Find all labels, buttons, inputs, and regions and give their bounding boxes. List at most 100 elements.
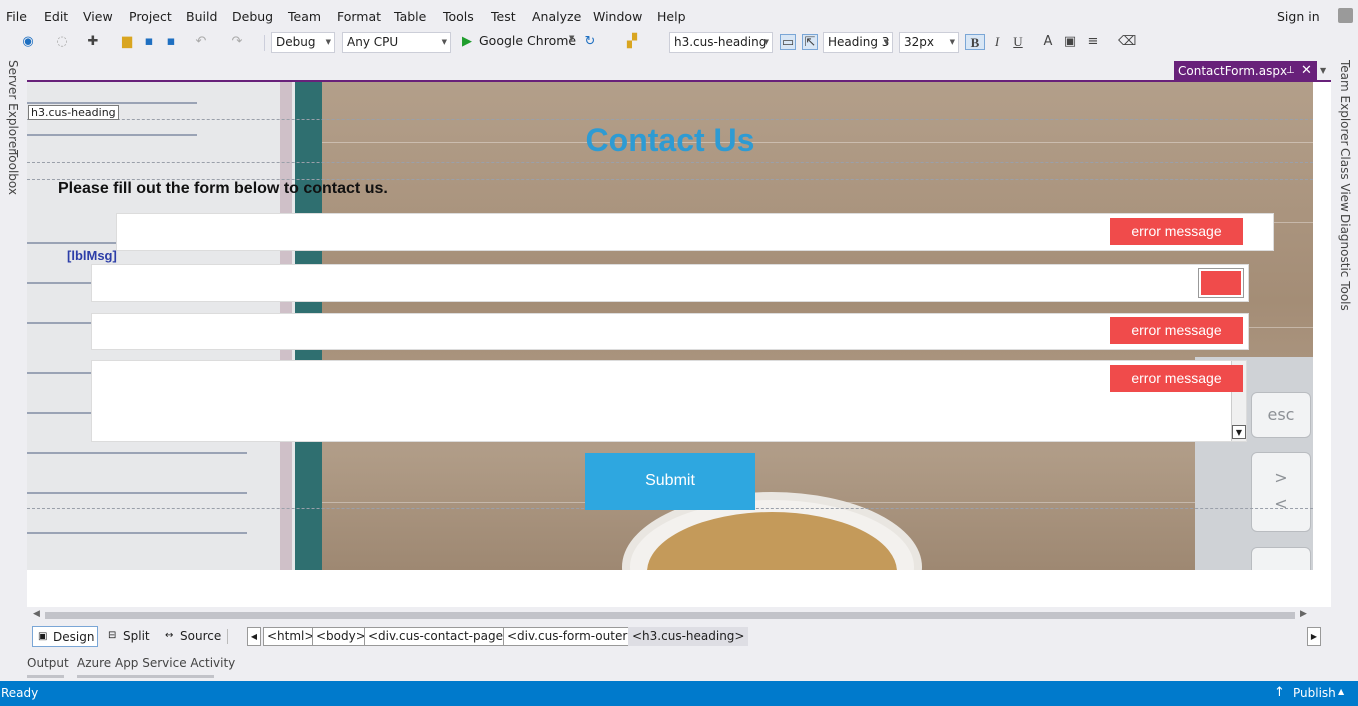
breadcrumb-item[interactable]: <html> [263,627,319,646]
menu-bar: File Edit View Project Build Debug Team … [0,0,1358,30]
block-format-value: Heading 3 [828,35,890,49]
font-color-icon[interactable]: A [1040,34,1056,50]
back-icon[interactable]: ◉ [20,34,36,50]
close-icon[interactable]: ✕ [1301,61,1312,81]
tab-indicator [27,675,64,678]
play-icon[interactable]: ▶ [459,34,475,50]
view-bar: ▣ Design ⊟ Split ↔ Source ◀ <html> <body> <… [27,625,1331,648]
forward-icon[interactable]: ◌ [54,34,70,50]
status-text: Ready [1,686,39,700]
italic-button[interactable]: I [989,34,1005,50]
undo-icon[interactable]: ↶ [193,34,209,50]
menu-format[interactable]: Format [337,9,381,24]
font-size-dropdown[interactable]: 32px ▼ [899,32,959,53]
intro-text: Please fill out the form below to contac… [58,180,388,197]
design-icon: ▣ [38,631,48,642]
align-left-icon[interactable]: ≡ [1085,34,1101,50]
new-project-icon[interactable]: ✚ [85,34,101,50]
show-blocks-icon[interactable]: ▭ [780,34,796,50]
save-icon[interactable]: ▪ [141,34,157,50]
menu-build[interactable]: Build [186,9,217,24]
separator [227,629,228,644]
menu-project[interactable]: Project [129,9,172,24]
highlight-icon[interactable]: ▣ [1062,34,1078,50]
block-format-dropdown[interactable]: Heading 3 ▼ [823,32,893,53]
split-view-tab[interactable]: ⊟ Split [103,626,153,647]
azure-activity-tab[interactable]: Azure App Service Activity [77,656,235,670]
platform-value: Any CPU [347,35,399,49]
source-view-label: Source [180,629,222,643]
menu-edit[interactable]: Edit [44,9,68,24]
breadcrumb-back-icon[interactable]: ◀ [247,627,261,646]
browser-link-icon[interactable]: ▞ [624,34,640,50]
output-tab[interactable]: Output [27,656,69,670]
email-field[interactable] [91,264,1249,302]
document-tab-label: ContactForm.aspx [1178,64,1288,78]
subject-field[interactable] [91,313,1249,350]
scroll-down-icon[interactable]: ▼ [1232,425,1246,439]
bottom-tool-tabs: Output Azure App Service Activity [27,656,427,678]
clear-format-icon[interactable]: ⌫ [1118,34,1136,50]
keyboard-key: esc [1251,392,1311,438]
diagnostic-tools-tab[interactable]: Diagnostic Tools [1338,214,1352,311]
menu-tools[interactable]: Tools [443,9,474,24]
error-message: error message [1110,365,1243,392]
scroll-thumb[interactable] [45,612,1295,619]
breadcrumb-item[interactable]: <body> [312,627,370,646]
menu-test[interactable]: Test [491,9,516,24]
document-tab[interactable]: ContactForm.aspx ⊥ ✕ [1174,61,1317,81]
page-title[interactable]: Contact Us [27,122,1313,159]
menu-debug[interactable]: Debug [232,9,273,24]
submit-button[interactable]: Submit [585,453,755,510]
split-view-label: Split [123,629,150,643]
menu-team[interactable]: Team [288,9,321,24]
menu-table[interactable]: Table [394,9,426,24]
open-folder-icon[interactable]: ▆ [119,34,135,50]
breadcrumb-item[interactable]: <div.cus-form-outer> [503,627,642,646]
menu-file[interactable]: File [6,9,27,24]
underline-button[interactable]: U [1010,34,1026,50]
run-target-button[interactable]: Google Chrome [479,33,576,48]
team-explorer-tab[interactable]: Team Explorer [1338,60,1352,146]
refresh-icon[interactable]: ↻ [582,34,598,50]
horizontal-scrollbar[interactable]: ◀ ▶ [27,607,1313,624]
name-field[interactable] [116,213,1274,251]
solution-config-dropdown[interactable]: Debug ▼ [271,32,335,53]
toolbox-tab[interactable]: Toolbox [6,150,20,195]
chevron-down-icon[interactable]: ▼ [569,34,574,42]
heading-boundary [27,119,1313,120]
save-all-icon[interactable]: ▪ [163,34,179,50]
pin-icon[interactable]: ⊥ [1286,61,1295,81]
style-selector-dropdown[interactable]: h3.cus-heading ▼ [669,32,773,53]
message-textarea[interactable] [91,360,1247,442]
breadcrumb-item[interactable]: <div.cus-contact-page> [364,627,518,646]
resize-icon[interactable]: ⇱ [802,34,818,50]
menu-window[interactable]: Window [593,9,642,24]
bold-button[interactable]: B [965,34,985,50]
publish-arrow-icon[interactable]: ↑ [1274,685,1285,700]
design-view-tab[interactable]: ▣ Design [32,626,98,647]
scroll-left-icon[interactable]: ◀ [33,609,40,619]
scroll-right-icon[interactable]: ▶ [1300,609,1307,619]
menu-analyze[interactable]: Analyze [532,9,581,24]
chevron-up-icon[interactable]: ▲ [1338,687,1344,696]
style-selector-value: h3.cus-heading [674,35,767,49]
publish-button[interactable]: Publish [1293,686,1336,700]
design-surface[interactable]: esc > < h3.cus-heading Contact Us Please … [27,80,1331,607]
error-message: error message [1110,317,1243,344]
redo-icon[interactable]: ↷ [229,34,245,50]
breadcrumb-forward-icon[interactable]: ▶ [1307,627,1321,646]
source-view-tab[interactable]: ↔ Source [160,626,222,647]
account-icon[interactable] [1338,8,1353,23]
tab-list-dropdown-icon[interactable]: ▼ [1320,66,1326,75]
breadcrumb-item-current[interactable]: <h3.cus-heading> [628,627,749,646]
sign-in-link[interactable]: Sign in [1277,9,1320,24]
menu-view[interactable]: View [83,9,113,24]
menu-help[interactable]: Help [657,9,686,24]
server-explorer-tab[interactable]: Server Explorer [6,60,20,153]
status-bar: Ready ↑ Publish ▲ [0,681,1358,706]
tab-indicator [77,675,214,678]
platform-dropdown[interactable]: Any CPU ▼ [342,32,451,53]
font-size-value: 32px [904,35,934,49]
class-view-tab[interactable]: Class View [1338,148,1352,212]
